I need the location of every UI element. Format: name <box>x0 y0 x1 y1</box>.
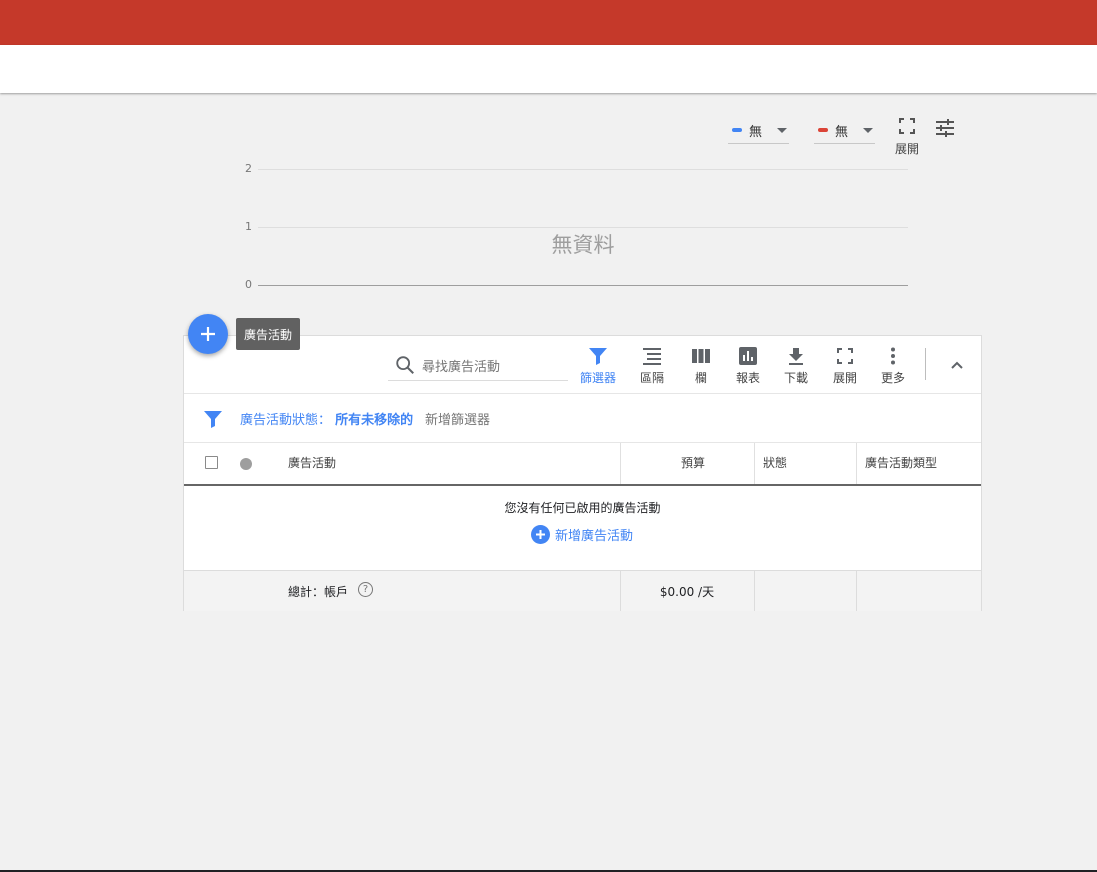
segment-icon <box>643 348 661 365</box>
toolbar-divider <box>925 348 926 380</box>
filter-chip-label: 廣告活動狀態： <box>240 413 332 428</box>
columns-label: 欄 <box>694 371 707 385</box>
total-budget: $0.00 /天 <box>659 585 715 599</box>
column-divider <box>856 443 857 484</box>
metric-selector-2[interactable]: 無 <box>814 117 875 144</box>
table-header: 廣告活動 預算 狀態 廣告活動類型 <box>184 442 981 486</box>
filter-icon <box>204 411 222 428</box>
chevron-up-icon[interactable] <box>946 354 968 376</box>
metric-1-color-swatch <box>732 128 742 132</box>
select-all-checkbox[interactable] <box>205 456 218 469</box>
empty-state-message: 您沒有任何已啟用的廣告活動 <box>504 501 661 515</box>
filter-icon <box>589 348 607 365</box>
total-label: 總計：帳戶 <box>288 585 349 599</box>
add-campaign-fab[interactable] <box>188 314 228 354</box>
download-icon <box>789 348 803 365</box>
active-filters-row: 廣告活動狀態： 所有未移除的 新增篩選器 <box>184 393 981 443</box>
add-circle-icon <box>531 524 550 544</box>
top-app-bar <box>0 0 1097 45</box>
download-label: 下載 <box>783 371 808 385</box>
segment-button[interactable]: 區隔 <box>628 346 676 386</box>
expand-table-button[interactable]: 展開 <box>821 346 869 386</box>
sub-header-bar <box>0 45 1097 93</box>
columns-button[interactable]: 欄 <box>677 346 725 386</box>
metric-selector-1[interactable]: 無 <box>728 117 789 144</box>
column-header-status[interactable]: 狀態 <box>763 443 787 484</box>
filter-label: 篩選器 <box>579 371 616 385</box>
download-button[interactable]: 下載 <box>772 346 820 386</box>
more-button[interactable]: 更多 <box>869 346 917 386</box>
column-divider <box>620 443 621 484</box>
no-data-message: 無資料 <box>551 233 615 257</box>
chevron-down-icon <box>777 127 787 133</box>
campaigns-table-card: 篩選器 區隔 欄 報表 下載 展開 更多 <box>183 335 982 611</box>
column-divider <box>754 443 755 484</box>
total-row: 總計：帳戶 ? $0.00 /天 <box>184 570 981 611</box>
y-tick-label: 1 <box>245 220 252 233</box>
column-divider <box>856 571 857 611</box>
new-campaign-link[interactable]: 新增廣告活動 <box>531 524 633 544</box>
segment-label: 區隔 <box>639 371 664 385</box>
expand-chart-button[interactable]: 展開 <box>890 118 924 157</box>
new-campaign-label: 新增廣告活動 <box>555 528 634 544</box>
filter-button[interactable]: 篩選器 <box>574 346 622 386</box>
search-icon <box>396 356 414 374</box>
column-header-campaign[interactable]: 廣告活動 <box>288 443 336 484</box>
column-header-budget[interactable]: 預算 <box>681 443 705 484</box>
filter-chip-value: 所有未移除的 <box>335 413 414 428</box>
metric-2-color-swatch <box>818 128 828 132</box>
reports-label: 報表 <box>735 371 760 385</box>
y-tick-label: 0 <box>245 278 252 291</box>
expand-chart-label: 展開 <box>894 142 919 156</box>
more-vert-icon <box>891 347 895 365</box>
plus-icon <box>201 327 215 341</box>
gridline <box>258 227 908 228</box>
column-header-campaign-type[interactable]: 廣告活動類型 <box>865 443 937 484</box>
metric-1-label: 無 <box>749 124 763 140</box>
more-label: 更多 <box>880 371 905 385</box>
column-divider <box>754 571 755 611</box>
gridline <box>258 169 908 170</box>
fullscreen-icon <box>837 348 853 364</box>
chevron-down-icon <box>863 127 873 133</box>
metric-2-label: 無 <box>835 124 849 140</box>
tune-icon <box>936 119 954 137</box>
search-campaigns-input[interactable] <box>420 354 564 380</box>
columns-icon <box>692 349 710 363</box>
y-tick-label: 2 <box>245 162 252 175</box>
reports-button[interactable]: 報表 <box>724 346 772 386</box>
help-icon[interactable]: ? <box>358 582 373 597</box>
fab-tooltip: 廣告活動 <box>236 318 301 350</box>
chart-settings-button[interactable] <box>934 118 960 140</box>
add-filter-link[interactable]: 新增篩選器 <box>425 409 490 428</box>
search-underline <box>388 380 568 381</box>
x-axis-baseline <box>258 285 908 286</box>
campaign-status-filter-chip[interactable]: 廣告活動狀態： 所有未移除的 <box>240 409 413 428</box>
status-column-dot-icon <box>240 458 252 470</box>
expand-table-label: 展開 <box>832 371 857 385</box>
bar-chart-icon <box>739 347 757 365</box>
fullscreen-icon <box>899 118 915 134</box>
